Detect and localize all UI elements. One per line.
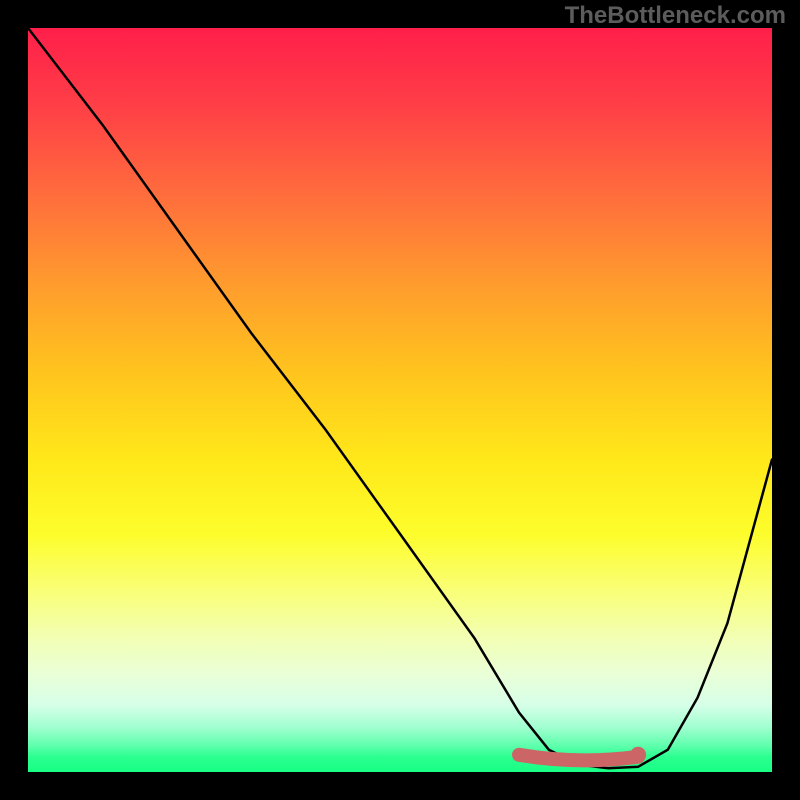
flat-marker-dot: [630, 747, 646, 763]
watermark-text: TheBottleneck.com: [565, 2, 786, 30]
chart-frame: TheBottleneck.com: [0, 0, 800, 800]
curve-path: [28, 28, 772, 768]
flat-region-path: [519, 755, 638, 761]
chart-svg: [28, 28, 772, 772]
